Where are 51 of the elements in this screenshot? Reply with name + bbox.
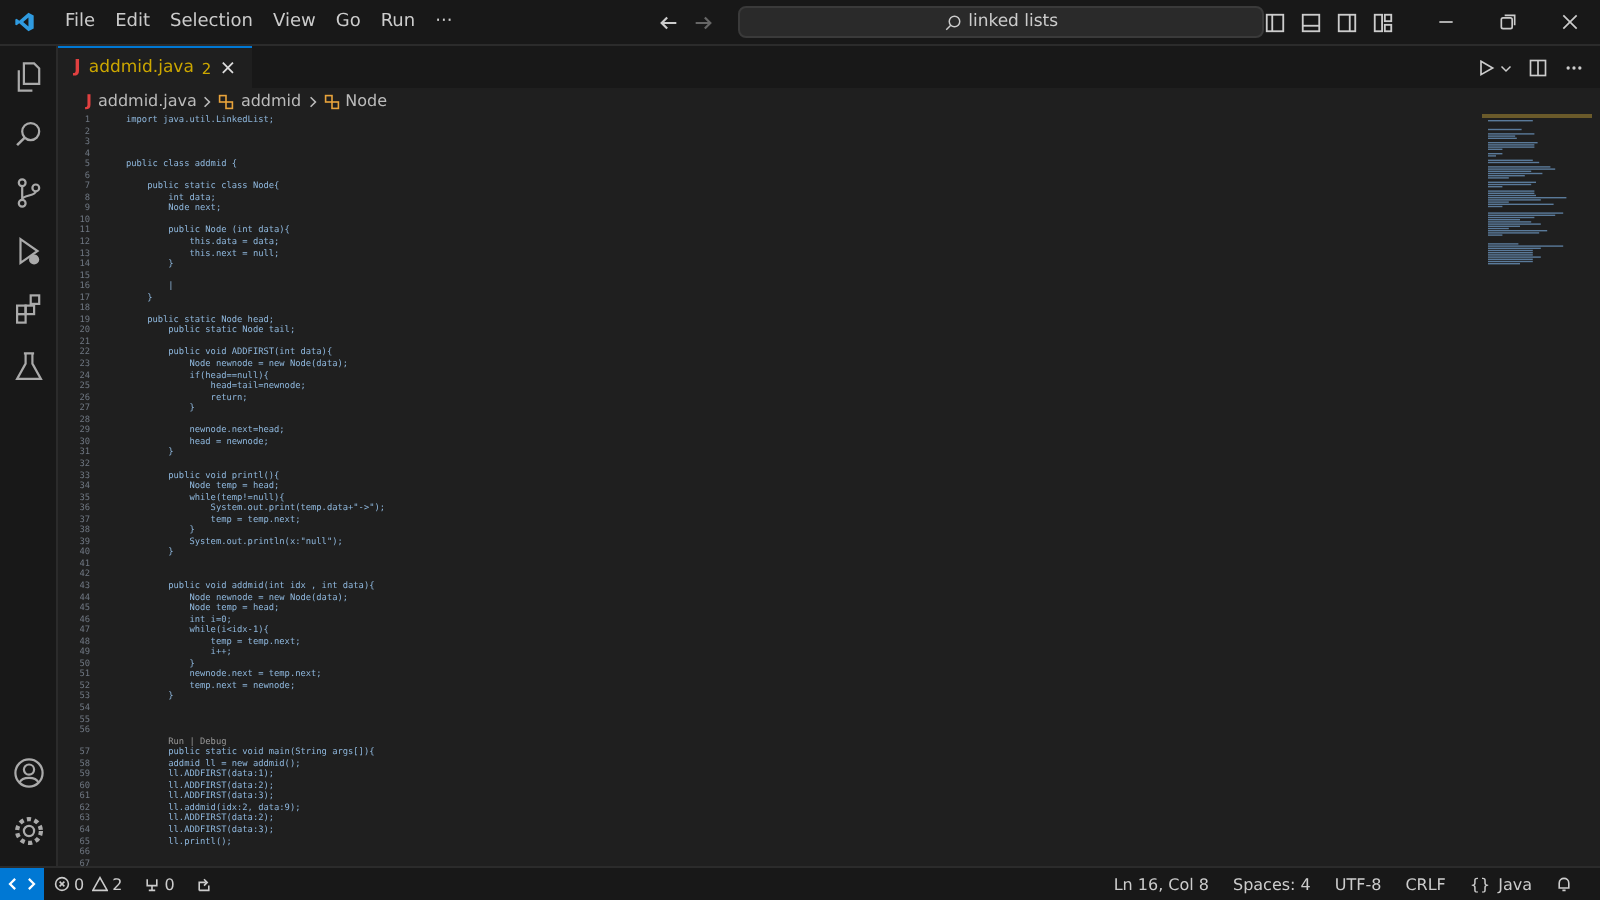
flask-icon[interactable]	[11, 350, 45, 384]
share-icon[interactable]	[196, 876, 213, 892]
breadcrumb-item[interactable]: addmid.java	[97, 92, 197, 110]
search-field[interactable]: linked lists	[738, 6, 1264, 38]
secondary-sidebar-icon[interactable]	[1336, 11, 1358, 33]
breadcrumb-item[interactable]: addmid	[240, 92, 302, 110]
restore-icon[interactable]	[1498, 12, 1518, 32]
search-icon[interactable]	[11, 118, 45, 152]
panel-toggle-icon[interactable]	[1300, 11, 1322, 33]
ports-count[interactable]: 0	[164, 875, 175, 893]
chevron-right-icon	[307, 93, 318, 109]
language-mode[interactable]: Java	[1498, 875, 1532, 893]
chevron-right-icon	[202, 93, 213, 109]
menu-item[interactable]: Edit	[105, 12, 160, 32]
menu-item[interactable]: Run	[370, 12, 426, 32]
account-icon[interactable]	[11, 756, 45, 790]
class-icon	[218, 93, 235, 109]
warning-icon	[92, 876, 109, 892]
close-icon[interactable]	[1560, 12, 1580, 32]
menu-item[interactable]: Selection	[160, 12, 263, 32]
close-tab-button[interactable]: ×	[219, 57, 237, 79]
indentation[interactable]: Spaces: 4	[1233, 875, 1311, 893]
error-count[interactable]: 0	[74, 875, 85, 893]
run-icon[interactable]	[1476, 57, 1496, 77]
java-file-icon: J	[86, 92, 92, 110]
java-file-icon: J	[74, 58, 81, 78]
layout-icon[interactable]	[1372, 11, 1394, 33]
menu-item[interactable]: File	[55, 12, 106, 32]
tab-label: addmid.java	[88, 58, 194, 78]
menu-item[interactable]: Go	[325, 12, 371, 32]
remote-icon[interactable]	[0, 868, 44, 900]
split-editor-icon[interactable]	[1528, 57, 1548, 77]
extensions-icon[interactable]	[11, 292, 45, 326]
breadcrumb-item[interactable]: Node	[345, 92, 387, 110]
bell-icon[interactable]	[1556, 876, 1572, 892]
line-ending[interactable]: CRLF	[1405, 875, 1446, 893]
search-icon	[944, 13, 963, 31]
cursor-position[interactable]: Ln 16, Col 8	[1113, 875, 1209, 893]
error-icon	[54, 876, 70, 892]
settings-icon[interactable]	[11, 814, 45, 848]
back-arrow-icon[interactable]	[658, 11, 681, 33]
menu-item[interactable]: ···	[425, 12, 463, 32]
menu-item[interactable]: View	[262, 12, 326, 32]
encoding[interactable]: UTF-8	[1334, 875, 1382, 893]
vscode-logo-icon	[14, 10, 35, 34]
warning-count[interactable]: 2	[112, 875, 123, 893]
forward-arrow-icon[interactable]	[692, 11, 715, 33]
ports-icon	[144, 876, 161, 892]
class-icon	[323, 93, 340, 109]
language-icon: {}	[1469, 875, 1491, 893]
sidebar-toggle-icon[interactable]	[1264, 11, 1286, 33]
